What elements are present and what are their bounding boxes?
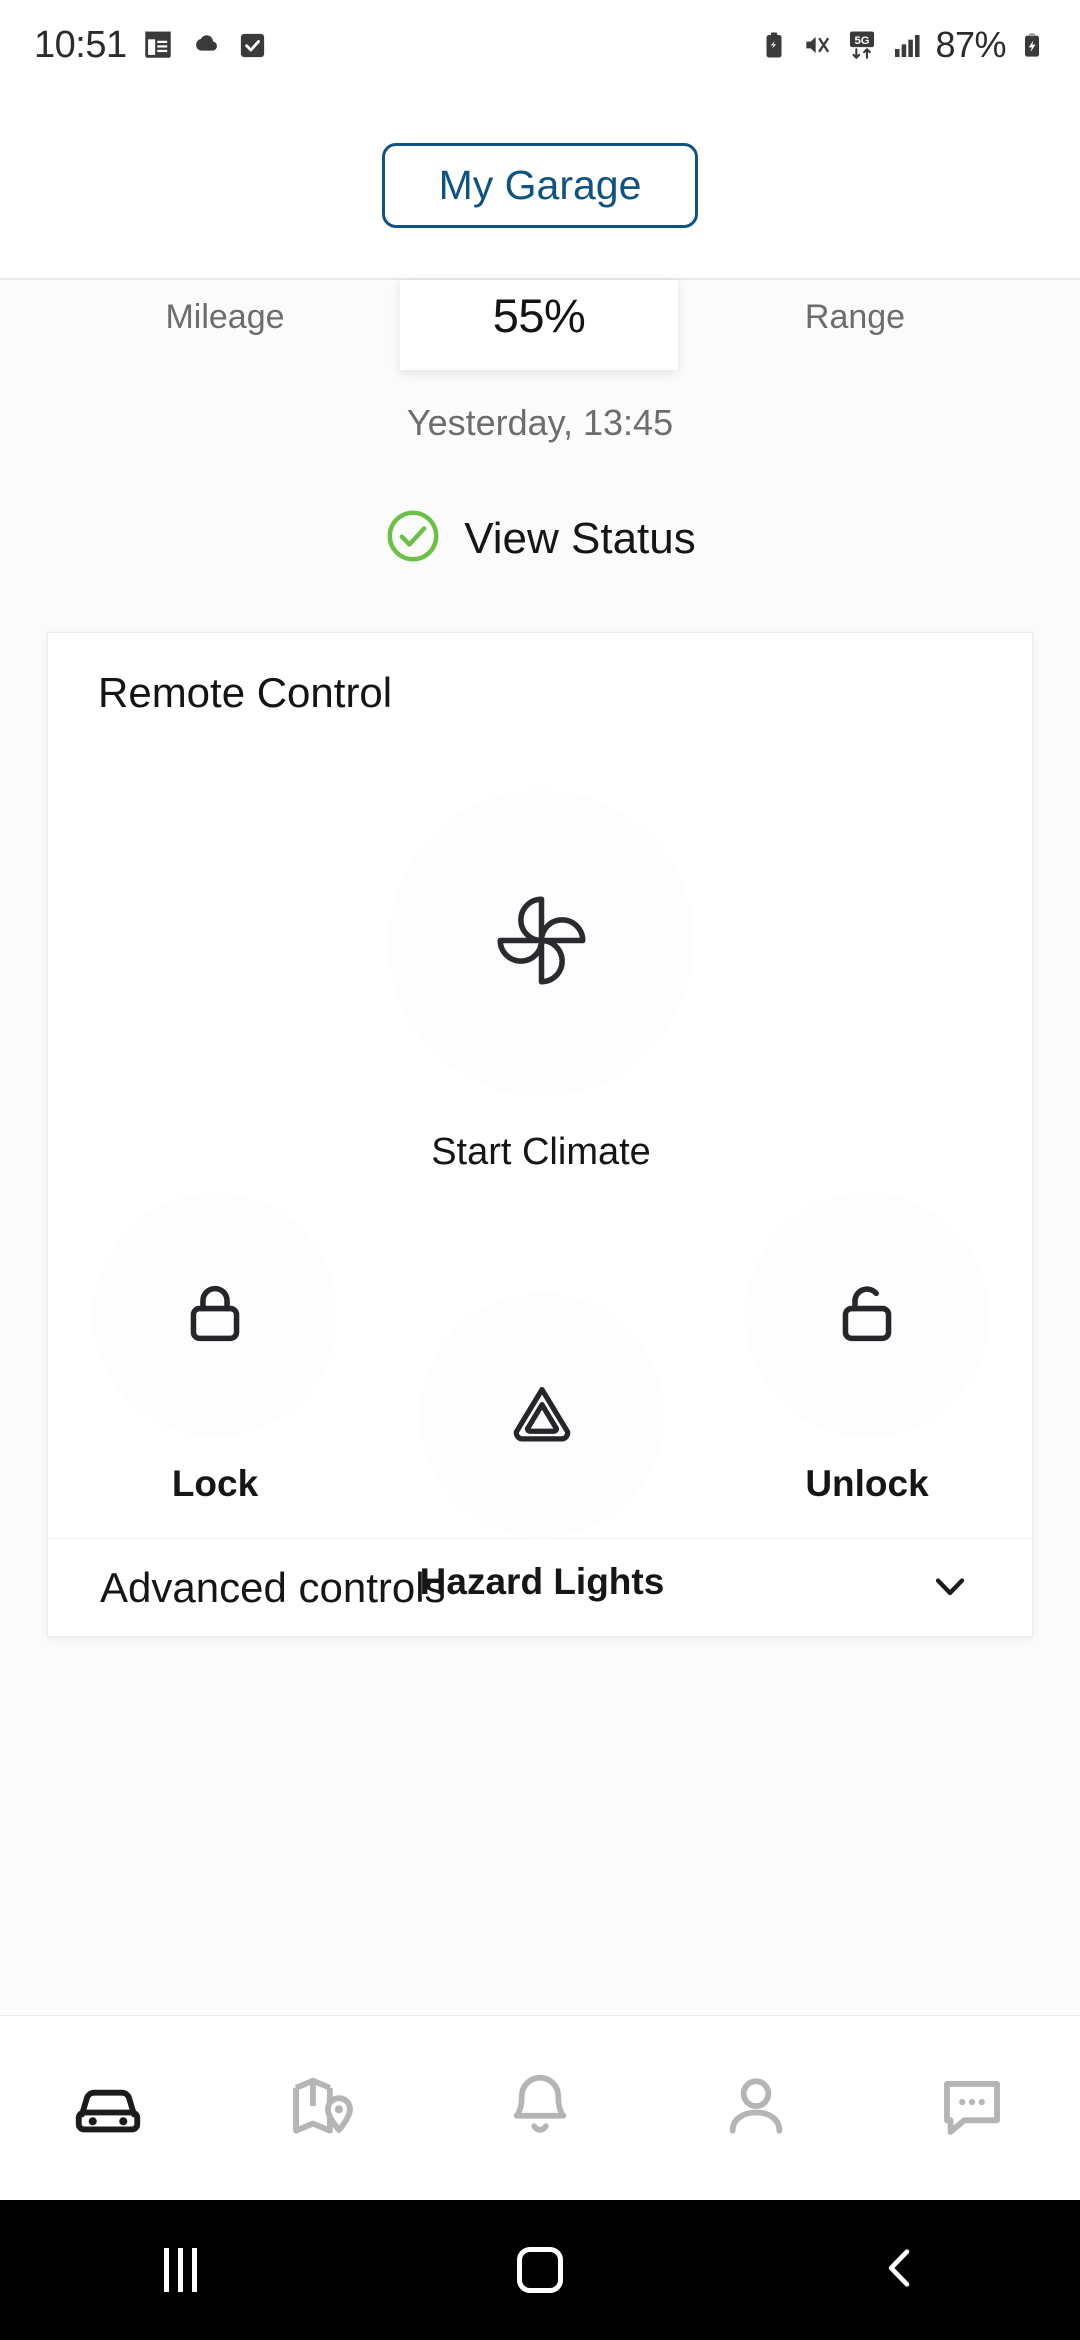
last-updated-timestamp: Yesterday, 13:45 xyxy=(406,402,674,443)
status-bar: 10:51 5G 87% xyxy=(0,0,1080,90)
signal-bars-icon xyxy=(891,29,923,61)
stat-mileage-label[interactable]: Mileage xyxy=(75,298,375,337)
charging-battery-icon xyxy=(1018,31,1046,59)
nav-item-notifications[interactable] xyxy=(450,2016,630,2201)
stat-battery-value: 55% xyxy=(492,289,586,342)
home-square-icon xyxy=(517,2247,563,2293)
battery-percentage-label: 87% xyxy=(935,24,1006,65)
start-climate-label: Start Climate xyxy=(431,1131,651,1173)
unlock-button[interactable] xyxy=(745,1193,989,1437)
hazard-triangle-icon xyxy=(505,1376,579,1455)
car-icon xyxy=(69,2067,147,2150)
svg-text:5G: 5G xyxy=(855,35,870,47)
status-bar-clock: 10:51 xyxy=(34,23,127,66)
my-garage-button[interactable]: My Garage xyxy=(381,142,699,228)
remote-control-title: Remote Control xyxy=(98,669,393,716)
lock-button[interactable] xyxy=(93,1193,337,1437)
chevron-down-icon[interactable] xyxy=(924,1560,976,1617)
task-checkbox-icon xyxy=(237,30,268,61)
back-button[interactable] xyxy=(800,2200,1000,2340)
5g-network-icon: 5G xyxy=(845,28,879,62)
unlock-label: Unlock xyxy=(805,1463,929,1504)
nav-item-vehicle[interactable] xyxy=(18,2016,198,2201)
view-status-label: View Status xyxy=(464,513,696,563)
app-header: My Garage xyxy=(0,90,1080,280)
vibrate-off-icon xyxy=(801,29,833,61)
nav-item-profile[interactable] xyxy=(666,2016,846,2201)
advanced-controls-label: Advanced controls xyxy=(100,1564,446,1611)
scroll-content[interactable]: Mileage 55% Range Yesterday, 13:45 View … xyxy=(0,280,1080,2015)
battery-saver-icon xyxy=(759,30,789,60)
view-status-row[interactable]: View Status xyxy=(0,507,1080,570)
hazard-lights-button[interactable] xyxy=(420,1293,664,1537)
recents-button[interactable] xyxy=(80,2200,280,2340)
back-chevron-icon xyxy=(872,2240,928,2301)
nav-item-map[interactable] xyxy=(234,2016,414,2201)
check-circle-icon xyxy=(384,507,442,570)
stat-battery-card[interactable]: 55% xyxy=(400,280,678,370)
calendar-icon xyxy=(141,28,175,62)
lock-label: Lock xyxy=(171,1463,259,1504)
start-climate-button[interactable] xyxy=(388,790,694,1096)
chat-bubble-icon xyxy=(933,2067,1011,2150)
fan-pinwheel-icon xyxy=(479,878,604,1008)
advanced-controls-row[interactable]: Advanced controls xyxy=(48,1539,1034,1637)
home-button[interactable] xyxy=(440,2200,640,2340)
lock-open-icon xyxy=(829,1275,905,1356)
stat-range-label[interactable]: Range xyxy=(705,298,1005,337)
android-navigation-bar xyxy=(0,2200,1080,2340)
lock-closed-icon xyxy=(177,1275,253,1356)
status-bar-left: 10:51 xyxy=(34,24,268,67)
bottom-navigation-bar xyxy=(0,2015,1080,2200)
recents-icon xyxy=(163,2248,197,2292)
map-pin-icon xyxy=(285,2067,363,2150)
person-icon xyxy=(717,2067,795,2150)
weather-cloud-icon xyxy=(189,28,223,62)
status-bar-right: 5G 87% xyxy=(759,24,1046,66)
bell-icon xyxy=(501,2067,579,2150)
nav-item-messages[interactable] xyxy=(882,2016,1062,2201)
remote-control-card: Remote Control Start Climate Lock Hazard… xyxy=(47,632,1034,1637)
vehicle-stats-row: Mileage 55% Range xyxy=(0,280,1080,375)
